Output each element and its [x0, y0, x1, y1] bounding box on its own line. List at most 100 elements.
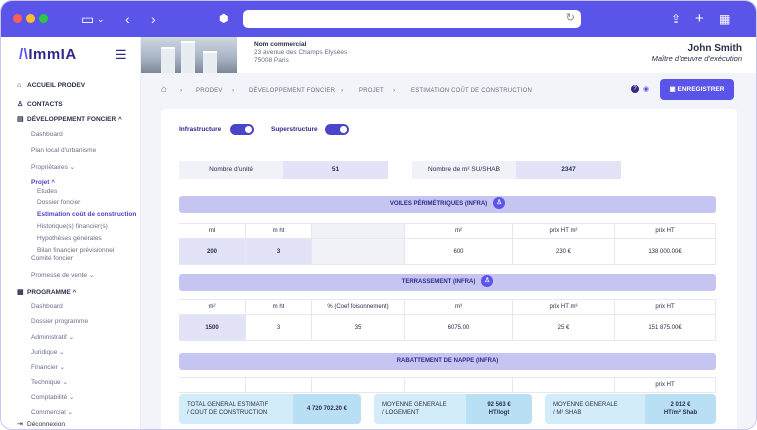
units-label: Nombre d'unité — [179, 161, 283, 179]
sidebar-item-projet[interactable]: Projet ^ — [31, 179, 55, 186]
surface-value[interactable]: 2347 — [516, 161, 621, 179]
sidebar-item-accueil[interactable]: ⌂ ACCUEIL PRODEV — [17, 82, 85, 89]
sidebar-item-historiques[interactable]: Historique(s) financier(s) — [37, 223, 108, 230]
empty-cell — [312, 239, 405, 264]
input-prix-ht-m2[interactable]: 230 € — [513, 239, 615, 264]
user-role: Maître d'œuvre d'exécution — [651, 54, 742, 63]
table-row: 1500 3 35 6075.00 25 € 151 875.00€ — [179, 315, 716, 341]
browser-titlebar: ▭ ⌄ ‹ › ⬢ ↻ ⇪ + ▦ — [1, 1, 756, 37]
project-thumbnail — [141, 37, 237, 73]
info-icon[interactable]: ♙ — [481, 275, 494, 288]
units-value[interactable]: 51 — [283, 161, 388, 179]
computed-m3: 6075.00 — [405, 315, 513, 340]
voiles-table: ml m ht m² prix HT m² prix HT 200 3 600 … — [179, 223, 716, 265]
chevron-down-icon[interactable]: ⌄ — [97, 10, 105, 28]
sidebar-item-deconnexion[interactable]: ⇥ Déconnexion — [17, 420, 65, 428]
sidebar-item-dashboard[interactable]: Dashboard — [31, 131, 63, 138]
sidebar-item-commercial[interactable]: Commercial ⌄ — [31, 408, 73, 416]
url-bar[interactable]: ↻ — [243, 10, 581, 28]
menu-collapse-icon[interactable]: ☰ — [115, 47, 127, 63]
user-icon: ♙ — [17, 101, 24, 108]
input-m2[interactable]: 1500 — [179, 315, 246, 340]
sidebar-item-bilan[interactable]: Bilan financier prévisionnel — [37, 247, 114, 254]
new-tab-icon[interactable]: + — [695, 10, 704, 28]
moyenne-m2-shab-value: 2 012 € HT/m² Shab — [645, 394, 716, 424]
computed-prix-ht: 151 875.00€ — [615, 315, 716, 340]
shield-icon: ⬢ — [219, 13, 229, 25]
browser-window: ▭ ⌄ ‹ › ⬢ ↻ ⇪ + ▦ /\ImmIA ☰ ⌂ ACCUEIL PRO… — [0, 0, 757, 430]
input-m-ht[interactable]: 3 — [246, 315, 312, 340]
table-header-cell: prix HT — [615, 378, 716, 392]
breadcrumb-separator-icon: › — [232, 87, 235, 94]
user-info[interactable]: John Smith Maître d'œuvre d'exécution — [652, 43, 742, 63]
computed-m2: 600 — [405, 239, 513, 264]
sidebar-item-hypotheses[interactable]: Hypothèses générales — [37, 235, 102, 242]
sidebar-item-juridique[interactable]: Juridique ⌄ — [31, 348, 65, 356]
app-logo[interactable]: /\ImmIA — [19, 46, 77, 63]
breadcrumb: ⌂ › PRODEV › DÉVELOPPEMENT FONCIER › PRO… — [141, 73, 756, 107]
sidebar-item-estimation-cout[interactable]: Estimation coût de construction — [37, 211, 136, 218]
sidebar-item-comptabilite[interactable]: Comptabilité ⌄ — [31, 393, 74, 401]
company-name: Nom commercial — [254, 41, 307, 48]
tabs-grid-icon[interactable]: ▦ — [719, 10, 730, 28]
save-button[interactable]: ▣ ENREGISTRER — [660, 79, 734, 100]
sidebar-toggle-icon[interactable]: ▭ — [81, 10, 94, 28]
home-icon: ⌂ — [17, 82, 22, 89]
eye-icon[interactable]: ◉ — [643, 85, 649, 93]
company-info: Nom commercial 23 avenue des Champs Elys… — [254, 41, 347, 65]
infrastructure-toggle[interactable] — [230, 124, 254, 135]
sidebar-item-technique[interactable]: Technique ⌄ — [31, 378, 68, 386]
table-header: ml m ht m² prix HT m² prix HT — [179, 223, 716, 239]
back-icon[interactable]: ‹ — [125, 10, 130, 28]
section-rabattement-nappe[interactable]: RABATTEMENT DE NAPPE (INFRA) — [179, 353, 716, 370]
sidebar-item-dossier-foncier[interactable]: Dossier foncier — [37, 199, 80, 206]
breadcrumb-separator-icon: › — [393, 87, 396, 94]
total-cout-construction: TOTAL GENERAL ESTIMATIF / COUT DE CONSTR… — [179, 394, 361, 424]
table-header-cell — [312, 224, 405, 238]
breadcrumb-projet[interactable]: PROJET — [359, 88, 384, 94]
table-header-cell — [312, 378, 405, 392]
minimize-window-button[interactable] — [26, 14, 35, 23]
breadcrumb-developpement-foncier[interactable]: DÉVELOPPEMENT FONCIER — [249, 88, 335, 94]
sidebar-item-developpement-foncier[interactable]: ▤ DÉVELOPPEMENT FONCIER ^ — [17, 115, 122, 123]
sidebar-item-programme-dashboard[interactable]: Dashboard — [31, 303, 63, 310]
table-header-cell: prix HT — [615, 300, 716, 314]
table-header-cell: ml — [179, 224, 246, 238]
input-ml[interactable]: 200 — [179, 239, 246, 264]
section-terrassement[interactable]: TERRASSEMENT (INFRA) ♙ — [179, 274, 716, 291]
section-voiles-perimetriques[interactable]: VOILES PÉRIMÉTRIQUES (INFRA) ♙ — [179, 196, 716, 213]
moyenne-logement: MOYENNE GENERALE / LOGEMENT 92 563 € HT/… — [374, 394, 532, 424]
input-m-ht[interactable]: 3 — [246, 239, 312, 264]
input-coef-foisonnement[interactable]: 35 — [312, 315, 405, 340]
sidebar-item-etudes[interactable]: Etudes — [37, 188, 57, 195]
sidebar-item-comite-foncier[interactable]: Comité foncier — [31, 255, 73, 262]
info-icon[interactable]: ♙ — [493, 197, 506, 210]
breadcrumb-prodev[interactable]: PRODEV — [196, 88, 223, 94]
input-prix-ht-m3[interactable]: 25 € — [513, 315, 615, 340]
help-icon[interactable]: ? — [631, 85, 639, 93]
home-icon[interactable]: ⌂ — [161, 84, 167, 95]
user-name: John Smith — [687, 43, 742, 54]
table-header: prix HT — [179, 377, 716, 393]
sidebar-item-dossier-programme[interactable]: Dossier programme — [31, 318, 88, 325]
sidebar-item-promesse-vente[interactable]: Promesse de vente ⌄ — [31, 271, 94, 279]
document-icon: ▤ — [17, 116, 24, 123]
forward-icon[interactable]: › — [151, 10, 156, 28]
maximize-window-button[interactable] — [39, 14, 48, 23]
sidebar-item-contacts[interactable]: ♙ CONTACTS — [17, 100, 63, 108]
computed-prix-ht: 138 000.00€ — [615, 239, 716, 264]
sidebar: /\ImmIA ☰ ⌂ ACCUEIL PRODEV ♙ CONTACTS ▤ DÉV… — [1, 37, 141, 429]
sidebar-item-financier[interactable]: Financier ⌄ — [31, 363, 65, 371]
sidebar-item-administratif[interactable]: Administratif ⌄ — [31, 333, 74, 341]
sidebar-item-programme[interactable]: ▦ PROGRAMME ^ — [17, 288, 76, 296]
surface-label: Nombre de m² SU/SHAB — [412, 161, 516, 179]
sidebar-item-plu[interactable]: Plan local d'urbanisme — [31, 147, 96, 154]
save-icon: ▣ — [669, 86, 678, 93]
table-header-cell: prix HT m³ — [513, 300, 615, 314]
reload-icon[interactable]: ↻ — [566, 11, 575, 24]
superstructure-toggle[interactable] — [325, 124, 349, 135]
share-icon[interactable]: ⇪ — [671, 10, 681, 28]
close-window-button[interactable] — [13, 14, 22, 23]
total-value: 4 720 702.20 € — [293, 394, 361, 424]
sidebar-item-proprietaires[interactable]: Propriétaires ⌄ — [31, 163, 75, 171]
